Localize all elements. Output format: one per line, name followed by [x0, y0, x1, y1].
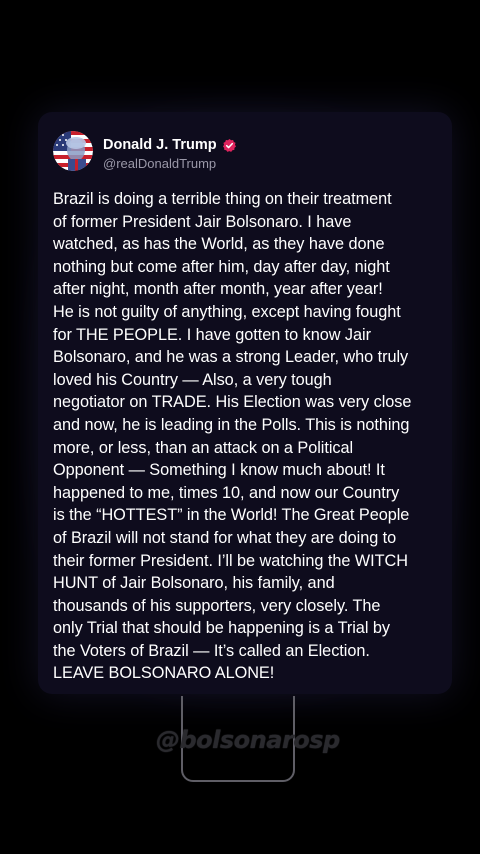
- watermark: @bolsonarosp: [156, 726, 340, 754]
- verified-badge-icon: [222, 138, 237, 153]
- author-handle[interactable]: @realDonaldTrump: [103, 156, 216, 171]
- post-text: Brazil is doing a terrible thing on thei…: [53, 190, 412, 683]
- avatar-image: [53, 131, 93, 171]
- author-name[interactable]: Donald J. Trump: [103, 137, 217, 153]
- flag-portrait-avatar-icon[interactable]: [53, 131, 93, 171]
- author-row: Donald J. Trump: [103, 135, 237, 155]
